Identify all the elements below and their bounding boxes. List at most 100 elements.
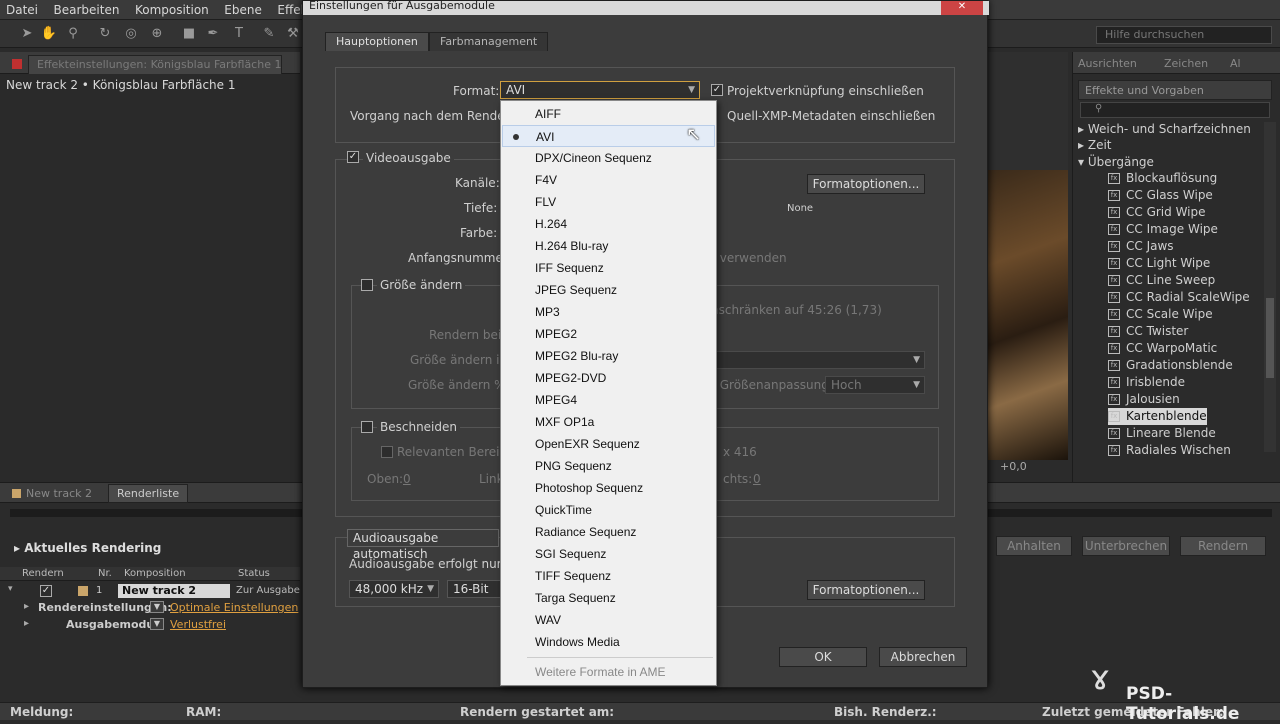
tab-new-track-2[interactable]: New track 2 bbox=[26, 487, 92, 500]
effect-item[interactable]: fx Kartenblende bbox=[1108, 408, 1207, 425]
effect-item[interactable]: fx CC Light Wipe bbox=[1108, 255, 1210, 272]
dropdown-item[interactable]: MPEG4 bbox=[502, 389, 715, 411]
col-nr[interactable]: Nr. bbox=[98, 568, 112, 579]
audio-output-select[interactable]: Audioausgabe automatisch bbox=[347, 529, 499, 561]
effect-item[interactable]: fx CC Glass Wipe bbox=[1108, 187, 1213, 204]
tab-hauptoptionen[interactable]: Hauptoptionen bbox=[325, 32, 429, 51]
row-comp-name[interactable]: New track 2 bbox=[118, 584, 230, 598]
dropdown-item[interactable]: MP3 bbox=[502, 301, 715, 323]
camera-tool-icon[interactable]: ◎ bbox=[122, 25, 140, 43]
expand-settings-icon[interactable]: ▸ bbox=[24, 601, 29, 612]
effect-item[interactable]: fx Radiales Wischen bbox=[1108, 442, 1231, 459]
format-options-button[interactable]: Formatoptionen... bbox=[807, 174, 925, 194]
settings-dropdown-icon[interactable]: ▼ bbox=[150, 601, 164, 613]
roi-checkbox[interactable] bbox=[381, 446, 393, 458]
cancel-button[interactable]: Abbrechen bbox=[879, 647, 967, 667]
brush-tool-icon[interactable]: ✎ bbox=[260, 25, 278, 43]
effect-item[interactable]: fx Jalousien bbox=[1108, 391, 1180, 408]
effects-scrollbar[interactable] bbox=[1264, 122, 1276, 452]
dropdown-item[interactable]: SGI Sequenz bbox=[502, 543, 715, 565]
tab-zeichen[interactable]: Zeichen bbox=[1164, 57, 1208, 70]
dropdown-item[interactable]: WAV bbox=[502, 609, 715, 631]
tab-renderliste[interactable]: Renderliste bbox=[108, 484, 189, 503]
expand-output-icon[interactable]: ▸ bbox=[24, 618, 29, 629]
rotate-tool-icon[interactable]: ↻ bbox=[96, 25, 114, 43]
bit-depth-select[interactable]: 16-Bit bbox=[447, 580, 501, 598]
crop-top-value[interactable]: 0 bbox=[403, 472, 411, 486]
dropdown-item[interactable]: Photoshop Sequenz bbox=[502, 477, 715, 499]
zoom-tool-icon[interactable]: ⚲ bbox=[64, 25, 82, 43]
render-button[interactable]: Rendern bbox=[1180, 536, 1266, 556]
quality-select[interactable]: Hoch ▼ bbox=[825, 376, 925, 394]
dropdown-item[interactable]: OpenEXR Sequenz bbox=[502, 433, 715, 455]
dropdown-item[interactable]: AVI bbox=[502, 125, 715, 147]
effects-search-input[interactable]: ⚲ bbox=[1080, 102, 1270, 118]
selection-tool-icon[interactable]: ➤ bbox=[18, 25, 36, 43]
help-search-input[interactable]: Hilfe durchsuchen bbox=[1096, 26, 1272, 44]
effect-controls-tab[interactable]: Effekteinstellungen: Königsblau Farbfläc… bbox=[28, 55, 282, 74]
effect-item[interactable]: fx CC Image Wipe bbox=[1108, 221, 1218, 238]
audio-format-options-button[interactable]: Formatoptionen... bbox=[807, 580, 925, 600]
dropdown-item[interactable]: FLV bbox=[502, 191, 715, 213]
video-output-checkbox[interactable]: ✓ bbox=[347, 151, 359, 163]
dropdown-item[interactable]: MPEG2 Blu-ray bbox=[502, 345, 715, 367]
effect-item[interactable]: fx Lineare Blende bbox=[1108, 425, 1216, 442]
crop-right-value[interactable]: 0 bbox=[753, 472, 761, 486]
folder-weich-scharf[interactable]: ▸ Weich- und Scharfzeichnen bbox=[1078, 121, 1251, 138]
effect-item[interactable]: fx Gradationsblende bbox=[1108, 357, 1233, 374]
output-dropdown-icon[interactable]: ▼ bbox=[150, 618, 164, 630]
effect-item[interactable]: fx CC Radial ScaleWipe bbox=[1108, 289, 1250, 306]
tab-al[interactable]: Al bbox=[1230, 57, 1241, 70]
dropdown-item[interactable]: H.264 bbox=[502, 213, 715, 235]
format-select[interactable]: AVI ▼ bbox=[500, 81, 700, 99]
dropdown-item[interactable]: Windows Media bbox=[502, 631, 715, 653]
effects-presets-tab[interactable]: Effekte und Vorgaben bbox=[1078, 80, 1272, 100]
tab-farbmanagement[interactable]: Farbmanagement bbox=[429, 32, 549, 51]
dropdown-item[interactable]: JPEG Sequenz bbox=[502, 279, 715, 301]
pan-behind-tool-icon[interactable]: ⊕ bbox=[148, 25, 166, 43]
dropdown-item[interactable]: MPEG2 bbox=[502, 323, 715, 345]
dropdown-item[interactable]: QuickTime bbox=[502, 499, 715, 521]
effect-item[interactable]: fx Irisblende bbox=[1108, 374, 1185, 391]
col-status[interactable]: Status bbox=[238, 568, 270, 579]
folder-zeit[interactable]: ▸ Zeit bbox=[1078, 137, 1112, 154]
sample-rate-select[interactable]: 48,000 kHz ▼ bbox=[349, 580, 439, 598]
effect-item[interactable]: fx CC Grid Wipe bbox=[1108, 204, 1206, 221]
expand-arrow-icon[interactable]: ▾ bbox=[8, 584, 13, 594]
tab-ausrichten[interactable]: Ausrichten bbox=[1078, 57, 1137, 70]
rectangle-tool-icon[interactable]: ■ bbox=[180, 25, 198, 43]
dropdown-item[interactable]: AIFF bbox=[502, 103, 715, 125]
dropdown-item[interactable]: Radiance Sequenz bbox=[502, 521, 715, 543]
stamp-tool-icon[interactable]: ⚒ bbox=[284, 25, 302, 43]
render-checkbox[interactable]: ✓ bbox=[40, 585, 52, 597]
text-tool-icon[interactable]: T bbox=[230, 25, 248, 43]
effect-item[interactable]: fx CC WarpoMatic bbox=[1108, 340, 1217, 357]
effect-item[interactable]: fx CC Jaws bbox=[1108, 238, 1174, 255]
effect-item[interactable]: fx CC Line Sweep bbox=[1108, 272, 1215, 289]
effect-item[interactable]: fx Blockauflösung bbox=[1108, 170, 1217, 187]
resize-to-select[interactable]: ▼ bbox=[711, 351, 925, 369]
dropdown-item[interactable]: TIFF Sequenz bbox=[502, 565, 715, 587]
col-komposition[interactable]: Komposition bbox=[124, 568, 186, 579]
dropdown-item[interactable]: Targa Sequenz bbox=[502, 587, 715, 609]
resize-checkbox[interactable] bbox=[361, 279, 373, 291]
dropdown-item[interactable]: MPEG2-DVD bbox=[502, 367, 715, 389]
crop-checkbox[interactable] bbox=[361, 421, 373, 433]
project-link-checkbox[interactable]: ✓ bbox=[711, 84, 723, 96]
close-icon[interactable]: ✕ bbox=[941, 1, 983, 15]
effect-item[interactable]: fx CC Scale Wipe bbox=[1108, 306, 1213, 323]
dropdown-item[interactable]: F4V bbox=[502, 169, 715, 191]
menu-bearbeiten[interactable]: Bearbeiten bbox=[48, 0, 126, 17]
dropdown-item[interactable]: DPX/Cineon Sequenz bbox=[502, 147, 715, 169]
menu-ebene[interactable]: Ebene bbox=[218, 0, 268, 17]
render-settings-link[interactable]: Optimale Einstellungen bbox=[170, 601, 298, 614]
pause-button[interactable]: Anhalten bbox=[996, 536, 1072, 556]
queue-row[interactable]: ▾ ✓ 1 New track 2 Zur Ausgabe b bbox=[0, 584, 309, 599]
dropdown-item[interactable]: IFF Sequenz bbox=[502, 257, 715, 279]
folder-uebergaenge[interactable]: ▾ Übergänge bbox=[1078, 154, 1154, 171]
dropdown-item[interactable]: H.264 Blu-ray bbox=[502, 235, 715, 257]
menu-datei[interactable]: Datei bbox=[0, 0, 44, 17]
dropdown-item[interactable]: MXF OP1a bbox=[502, 411, 715, 433]
effect-item[interactable]: fx CC Twister bbox=[1108, 323, 1188, 340]
stop-button[interactable]: Unterbrechen bbox=[1082, 536, 1170, 556]
